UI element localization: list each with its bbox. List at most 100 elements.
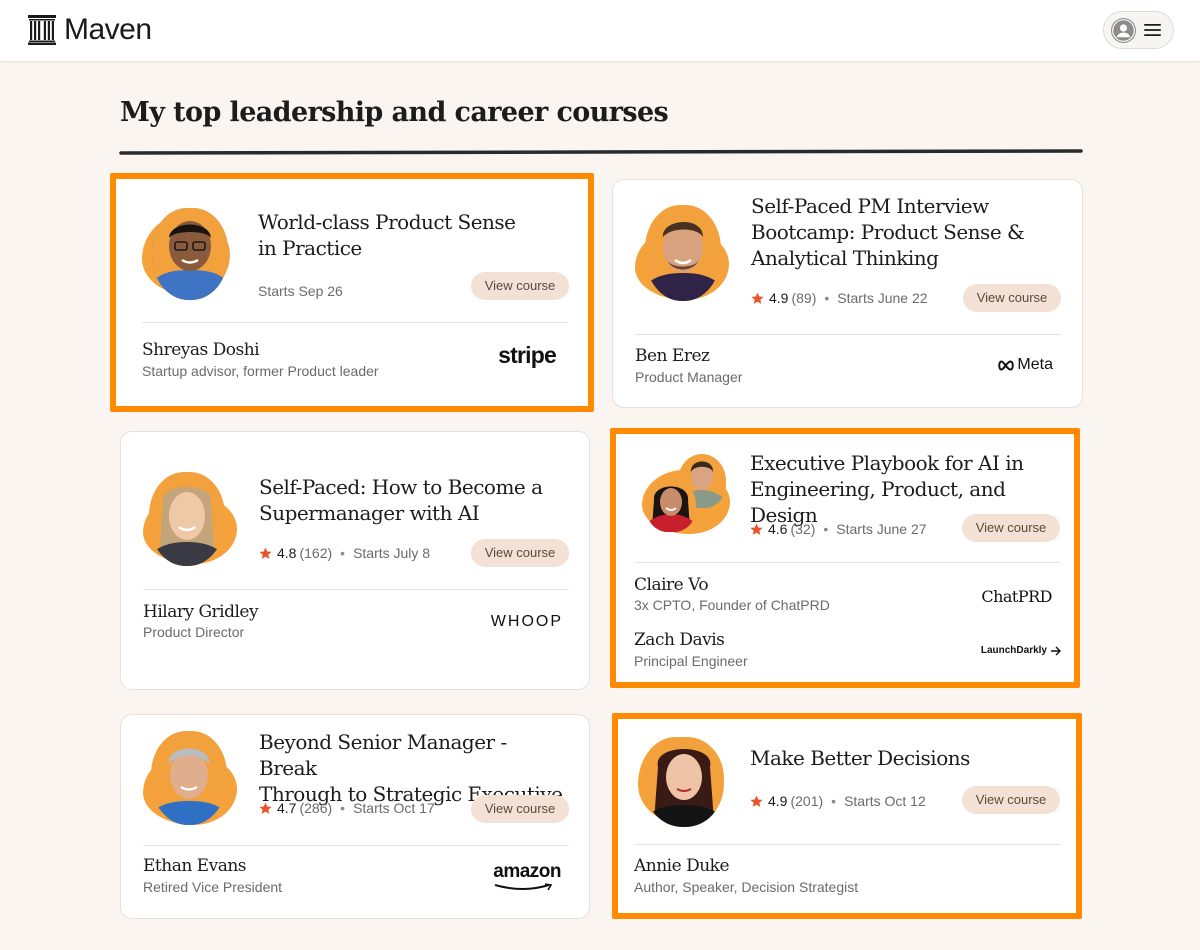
rating-count: (32) [790,521,816,537]
hamburger-menu-icon [1144,24,1161,36]
page-title: My top leadership and career courses [120,97,669,128]
star-icon [259,547,272,559]
company-name: LaunchDarkly [980,645,1047,656]
company-name: amazon [493,861,561,882]
separator-dot: • [823,521,829,537]
instructor-name: Hilary Gridley [143,602,259,622]
top-navigation-bar: Maven [0,0,1200,62]
rating-value: 4.8 [277,545,297,561]
view-course-button[interactable]: View course [471,539,569,567]
rating-count: (162) [299,545,333,561]
start-date-text: Starts June 22 [837,290,928,306]
view-course-button[interactable]: View course [471,272,569,300]
instructor-role: 3x CPTO, Founder of ChatPRD [634,597,830,613]
course-rating-and-start: 4.9 (89) • Starts June 22 [751,290,928,306]
course-title-line: Analytical Thinking [751,246,939,270]
course-title-line: World-class Product Sense [258,210,516,234]
course-title-line: Self-Paced: How to Become a [259,475,543,499]
separator-dot: • [340,800,346,816]
course-title[interactable]: Make Better Decisions [750,745,1050,771]
instructor-role: Startup advisor, former Product leader [142,363,379,379]
course-rating-and-start: 4.9 (201) • Starts Oct 12 [750,793,926,809]
view-course-button[interactable]: View course [471,795,569,823]
rating-value: 4.7 [277,800,297,816]
star-icon [750,523,763,535]
course-card-supermanager[interactable]: Self-Paced: How to Become a Supermanager… [120,431,590,690]
star-icon [750,795,763,807]
course-title-line: Bootcamp: Product Sense & [751,220,1025,244]
star-icon [259,802,272,814]
course-title-line: Beyond Senior Manager - Break [259,730,507,780]
course-title[interactable]: World-class Product Sense in Practice [258,209,558,261]
course-title[interactable]: Self-Paced: How to Become a Supermanager… [259,474,559,526]
card-divider [634,844,1060,845]
brand-name: Maven [64,13,152,46]
instructor-avatar [644,737,724,827]
instructor-role: Author, Speaker, Decision Strategist [634,879,859,895]
instructor-role: Product Manager [635,369,743,385]
title-underline-stroke [119,148,1083,155]
instructor-avatar [646,478,696,532]
course-title-line: Supermanager with AI [259,501,480,525]
separator-dot: • [340,545,346,561]
start-date-text: Starts Oct 12 [844,793,926,809]
amazon-smile-icon [494,883,553,891]
card-divider [635,334,1061,335]
instructor-avatar [645,205,721,301]
launchdarkly-logo: LaunchDarkly [946,645,1062,656]
course-card-product-sense[interactable]: World-class Product Sense in Practice St… [110,173,594,412]
arrow-right-icon [1051,646,1061,655]
instructor-avatar [151,731,227,825]
instructor-avatar [152,208,228,300]
company-name: Meta [1017,356,1053,373]
card-divider [142,322,568,323]
view-course-button[interactable]: View course [962,786,1060,814]
meta-logo: Meta [973,356,1053,374]
rating-count: (89) [791,290,817,306]
maven-logo[interactable]: Maven [28,13,152,47]
instructor-role: Principal Engineer [634,653,748,669]
user-avatar-icon [1111,18,1136,43]
instructor-name: Ben Erez [635,346,710,366]
instructor-name: Shreyas Doshi [142,340,260,360]
star-icon [751,292,764,304]
rating-value: 4.9 [768,793,788,809]
start-date-text: Starts Oct 17 [353,800,435,816]
account-menu-button[interactable] [1103,11,1174,49]
course-card-better-decisions[interactable]: Make Better Decisions 4.9 (201) • Starts… [612,713,1082,919]
course-rating-and-start: 4.6 (32) • Starts June 27 [750,521,927,537]
card-divider [143,589,569,590]
view-course-button[interactable]: View course [962,514,1060,542]
rating-value: 4.6 [768,521,788,537]
instructor-name: Annie Duke [634,856,730,876]
rating-value: 4.9 [769,290,789,306]
course-rating-and-start: 4.8 (162) • Starts July 8 [259,545,430,561]
chatprd-logo: ChatPRD [981,587,1052,606]
instructor-avatar [149,472,225,566]
instructor-name: Ethan Evans [143,856,247,876]
course-title-line: Self-Paced PM Interview [751,194,989,218]
course-card-ai-playbook[interactable]: Executive Playbook for AI in Engineering… [610,428,1080,688]
instructor-name: Claire Vo [634,575,709,595]
stripe-logo: stripe [498,342,557,368]
course-title-line: in Practice [258,236,362,260]
course-card-beyond-senior-manager[interactable]: Beyond Senior Manager - Break Through to… [120,714,590,919]
separator-dot: • [831,793,837,809]
course-rating-and-start: 4.7 (286) • Starts Oct 17 [259,800,435,816]
course-title[interactable]: Self-Paced PM Interview Bootcamp: Produc… [751,193,1051,271]
instructor-role: Retired Vice President [143,879,283,895]
course-start-date: Starts Sep 26 [258,283,343,299]
amazon-logo: amazon [481,861,561,891]
instructor-role: Product Director [143,624,245,640]
rating-count: (286) [299,800,333,816]
meta-infinity-icon [998,359,1015,371]
rating-count: (201) [790,793,824,809]
whoop-logo: WHOOP [490,613,563,630]
course-card-pm-interview[interactable]: Self-Paced PM Interview Bootcamp: Produc… [612,179,1083,408]
course-title-line: Make Better Decisions [750,746,970,770]
instructor-name: Zach Davis [634,630,725,650]
view-course-button[interactable]: View course [963,284,1061,312]
course-title-line: Executive Playbook for AI in [750,451,1024,475]
start-date-text: Starts Sep 26 [258,283,343,299]
card-divider [634,562,1060,563]
